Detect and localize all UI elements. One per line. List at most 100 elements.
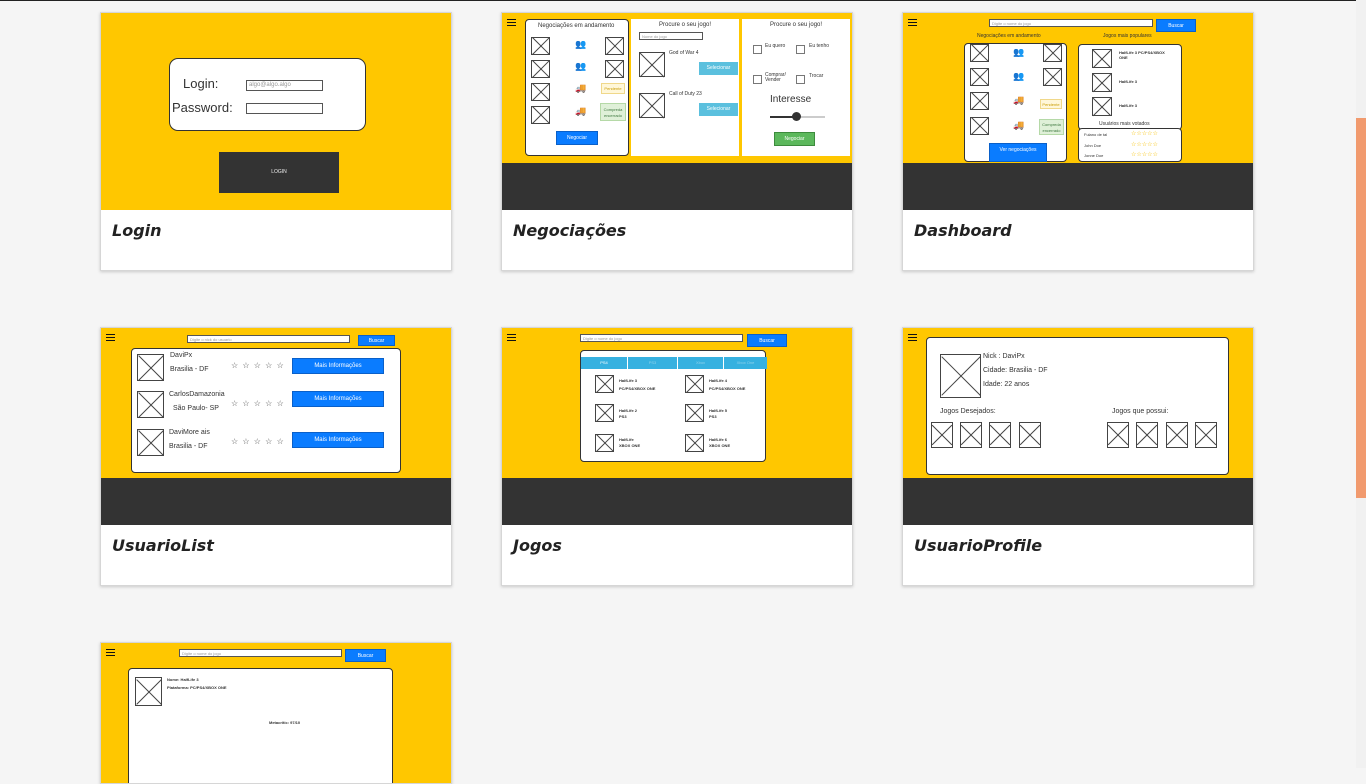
status-badge: Pendente	[1040, 99, 1062, 109]
game-image	[595, 434, 614, 452]
profile-nick: Nick : DaviPx	[983, 353, 1025, 360]
card-usuarioprofile[interactable]: Nick : DaviPx Cidade: Brasilia - DF Idad…	[902, 327, 1254, 586]
game-name: HalfLife 3	[619, 378, 638, 383]
card-usuariolist[interactable]: Digite o nick do usuario Buscar DaviPx B…	[100, 327, 452, 586]
game-name: HalfLife	[619, 437, 634, 442]
games-panel: PS4 PS3 Xbox Xbox One HalfLife 3 PC/PS4/…	[580, 350, 767, 462]
owned-games-label: Jogos que possui:	[1112, 408, 1169, 415]
scrollbar-thumb[interactable]	[1356, 118, 1366, 498]
game-image	[605, 37, 624, 55]
login-thumbnail: Login: algo@algo.algo Password: LOGIN	[101, 13, 451, 210]
more-info-button[interactable]: Mais Informações	[292, 391, 384, 407]
menu-icon[interactable]	[106, 649, 115, 656]
password-input[interactable]	[246, 103, 323, 114]
more-info-button[interactable]: Mais Informações	[292, 358, 384, 374]
game-image	[605, 60, 624, 78]
menu-icon[interactable]	[507, 19, 516, 26]
checkbox-tenho[interactable]	[796, 45, 805, 54]
ver-negociacoes-button[interactable]: Ver negociações	[989, 143, 1047, 162]
desired-games-label: Jogos Desejados:	[940, 408, 996, 415]
game-image	[1092, 97, 1112, 116]
checkbox-comprar[interactable]	[753, 75, 762, 84]
game-image	[595, 375, 614, 393]
rating-stars: ☆ ☆ ☆ ☆ ☆	[231, 361, 285, 370]
checkbox-quero[interactable]	[753, 45, 762, 54]
game-name: Nome: HalfLife 3	[167, 677, 199, 682]
login-form: Login: algo@algo.algo Password:	[169, 58, 366, 131]
tab-ps3[interactable]: PS3	[628, 357, 677, 369]
card-game-detail[interactable]: Digite o nome do jogo Buscar Nome: HalfL…	[100, 642, 452, 784]
checkbox-trocar[interactable]	[796, 75, 805, 84]
users-green-icon: 👥	[1013, 47, 1025, 57]
negociacoes-thumbnail: Negociações em andamento 👥 👥 🚚 🚚 Pendent…	[502, 13, 852, 210]
game-name: God of War 4	[669, 50, 699, 56]
game-name: HalfLife 6	[709, 437, 728, 442]
footer-bar	[502, 163, 852, 210]
top-border	[0, 0, 1366, 1]
buscar-button[interactable]: Buscar	[358, 335, 395, 346]
menu-icon[interactable]	[908, 19, 917, 26]
search-panel: Procure o seu jogo! Nome do jogo God of …	[631, 19, 739, 156]
game-image	[970, 68, 989, 86]
section-title: Usuários mais votados	[1099, 121, 1150, 127]
game-name: HalfLife 2	[619, 408, 638, 413]
buscar-button[interactable]: Buscar	[1156, 19, 1196, 32]
game-name: HalfLife 3	[1119, 103, 1138, 108]
menu-icon[interactable]	[106, 334, 115, 341]
search-input[interactable]: Digite o nome do jogo	[989, 19, 1153, 27]
menu-icon[interactable]	[908, 334, 917, 341]
rating-stars: ☆☆☆☆☆	[1131, 142, 1158, 148]
section-title: Jogos mais populares	[1103, 33, 1152, 39]
menu-icon[interactable]	[507, 334, 516, 341]
game-image	[1107, 422, 1129, 448]
search-input[interactable]: Digite o nome do jogo	[580, 334, 743, 342]
buscar-button[interactable]: Buscar	[747, 334, 787, 347]
buscar-button[interactable]: Buscar	[345, 649, 386, 662]
game-detail-thumbnail: Digite o nome do jogo Buscar Nome: HalfL…	[101, 643, 451, 783]
game-image	[639, 52, 665, 77]
slider-handle[interactable]	[792, 112, 801, 121]
card-negociacoes[interactable]: Negociações em andamento 👥 👥 🚚 🚚 Pendent…	[501, 12, 853, 271]
tab-ps4[interactable]: PS4	[581, 357, 627, 369]
panel-title: Procure o seu jogo!	[770, 22, 823, 28]
login-input[interactable]: algo@algo.algo	[246, 80, 323, 91]
game-image	[970, 117, 989, 135]
tab-xbox[interactable]: Xbox	[678, 357, 723, 369]
search-input[interactable]: Digite o nome do jogo	[179, 649, 342, 657]
user-nick: DaviPx	[170, 352, 193, 359]
usuariolist-thumbnail: Digite o nick do usuario Buscar DaviPx B…	[101, 328, 451, 525]
truck-icon: 🚚	[575, 106, 587, 116]
login-button[interactable]: LOGIN	[219, 152, 339, 193]
more-info-button[interactable]: Mais Informações	[292, 432, 384, 448]
negociar-button[interactable]: Negociar	[556, 131, 598, 145]
dashboard-thumbnail: Digite o nome do jogo Buscar Negociações…	[903, 13, 1253, 210]
card-login[interactable]: Login: algo@algo.algo Password: LOGIN Lo…	[100, 12, 452, 271]
option-label: Eu quero	[765, 43, 786, 49]
game-image	[1166, 422, 1188, 448]
users-red-icon: 👥	[575, 61, 587, 71]
game-image	[960, 422, 982, 448]
card-title: UsuarioProfile	[914, 536, 1043, 555]
game-image	[970, 44, 989, 62]
card-title: Login	[112, 221, 162, 240]
truck-icon: 🚚	[1013, 120, 1025, 130]
select-button[interactable]: Selecionar	[699, 62, 738, 75]
search-input[interactable]: Digite o nick do usuario	[187, 335, 350, 343]
rating-stars: ☆☆☆☆☆	[1131, 131, 1158, 137]
interesse-slider[interactable]	[770, 112, 825, 121]
game-platform: Plataforma: PC/PS4/XBOX ONE	[167, 685, 227, 690]
tab-xbox-one[interactable]: Xbox One	[724, 357, 767, 369]
login-label: Login:	[183, 76, 219, 91]
truck-icon: 🚚	[1013, 95, 1025, 105]
game-image	[1019, 422, 1041, 448]
footer-bar	[502, 478, 852, 525]
card-dashboard[interactable]: Digite o nome do jogo Buscar Negociações…	[902, 12, 1254, 271]
truck-icon: 🚚	[575, 83, 587, 93]
game-image	[531, 83, 550, 101]
footer-bar	[101, 478, 451, 525]
card-jogos[interactable]: Digite o nome do jogo Buscar PS4 PS3 Xbo…	[501, 327, 853, 586]
search-input[interactable]: Nome do jogo	[639, 32, 703, 40]
user-nick: CarlosDamazonia	[169, 391, 225, 398]
select-button[interactable]: Selecionar	[699, 103, 738, 116]
negociar-button[interactable]: Negociar	[774, 132, 815, 146]
